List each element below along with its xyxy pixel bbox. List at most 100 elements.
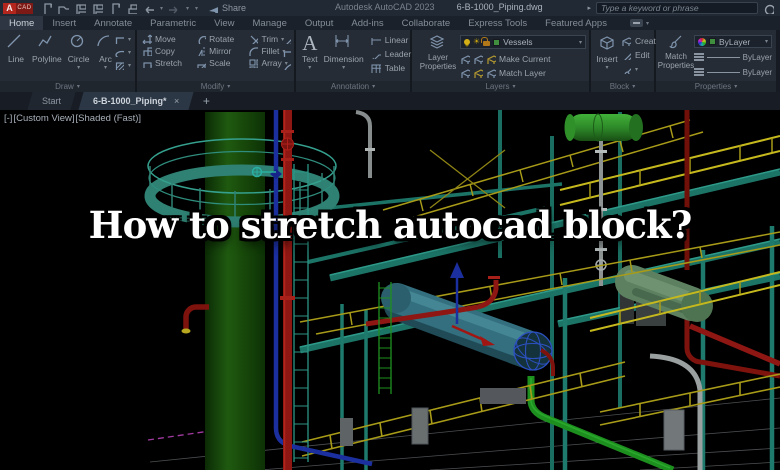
tab-manage[interactable]: Manage xyxy=(244,16,296,30)
rectangle-tool[interactable] xyxy=(114,34,131,44)
panel-properties: Match Properties ByLayer ByLayer ByLayer xyxy=(656,30,776,92)
linetype-dropdown[interactable]: ByLayer xyxy=(694,66,772,78)
layer-color-swatch[interactable] xyxy=(493,38,501,46)
paper-plane-icon xyxy=(209,5,219,13)
circle-tool[interactable]: Circle xyxy=(68,33,90,71)
visual-style-menu[interactable]: [Shaded (Fast)] xyxy=(76,113,141,124)
arc-tool[interactable]: Arc xyxy=(96,33,116,71)
insert-block-button[interactable]: Insert xyxy=(595,35,619,71)
layer-thaw-icon[interactable]: ☀ xyxy=(473,38,480,46)
file-tab-start[interactable]: Start xyxy=(27,92,76,110)
logo-cad-badge: CAD xyxy=(16,2,33,14)
match-layer-button[interactable]: Match Layer xyxy=(460,68,546,78)
lineweight-icon xyxy=(694,53,704,55)
panel-annotation-label[interactable]: Annotation xyxy=(296,81,410,92)
hatch-tool[interactable] xyxy=(114,60,131,70)
text-a-icon: A xyxy=(302,31,318,55)
lineweight-dropdown[interactable]: ByLayer xyxy=(694,51,772,63)
ribbon-tab-row: Home Insert Annotate Parametric View Man… xyxy=(0,16,780,30)
tab-express-tools[interactable]: Express Tools xyxy=(459,16,536,30)
create-block-button[interactable]: Create xyxy=(621,36,661,46)
open-folder-icon[interactable] xyxy=(58,3,69,14)
tab-output[interactable]: Output xyxy=(296,16,343,30)
share-label: Share xyxy=(222,3,247,13)
search-expand-icon[interactable]: ▸ xyxy=(587,4,591,12)
layer-on-icon[interactable] xyxy=(464,39,470,45)
file-tab-active[interactable]: 6-B-1000_Piping* × xyxy=(78,92,194,110)
ellipse-tool[interactable] xyxy=(114,47,131,57)
panel-block-label[interactable]: Block xyxy=(591,81,654,92)
match-properties-button[interactable]: Match Properties xyxy=(658,34,694,70)
tab-collaborate[interactable]: Collaborate xyxy=(393,16,460,30)
tab-parametric[interactable]: Parametric xyxy=(141,16,205,30)
color-swatch xyxy=(709,38,716,45)
linear-dimension-tool[interactable]: Linear xyxy=(370,34,418,45)
offset-tool-icon[interactable] xyxy=(282,61,291,70)
stretch-tool[interactable]: Stretch xyxy=(142,58,188,68)
tab-featured-apps[interactable]: Featured Apps xyxy=(536,16,616,30)
logo-a-badge: A xyxy=(3,2,16,14)
current-layer-name: Vessels xyxy=(503,37,533,47)
print-icon[interactable] xyxy=(126,3,137,14)
plot-icon[interactable] xyxy=(109,2,120,14)
new-file-icon[interactable] xyxy=(41,2,52,14)
tab-annotate[interactable]: Annotate xyxy=(85,16,141,30)
panel-draw: Line Polyline Circle Arc xyxy=(0,30,137,92)
search-icon[interactable] xyxy=(763,3,774,14)
undo-dropdown-icon[interactable]: ▾ xyxy=(160,5,163,12)
move-tool[interactable]: Move xyxy=(142,34,188,44)
panel-layers-label[interactable]: Layers xyxy=(412,81,589,92)
save-as-icon[interactable] xyxy=(92,3,103,14)
redo-icon[interactable] xyxy=(169,3,180,14)
view-menu[interactable]: [Custom View] xyxy=(13,113,74,124)
tab-home[interactable]: Home xyxy=(0,16,44,30)
save-icon[interactable] xyxy=(75,3,86,14)
object-color-dropdown[interactable]: ByLayer xyxy=(694,35,772,48)
rotate-tool[interactable]: Rotate xyxy=(196,34,240,44)
erase-tool-icon[interactable] xyxy=(282,35,291,44)
search-input[interactable] xyxy=(596,2,758,14)
tab-view[interactable]: View xyxy=(205,16,243,30)
document-title: 6-B-1000_Piping.dwg xyxy=(456,2,543,12)
linetype-icon xyxy=(694,68,704,70)
text-tool[interactable]: A Text xyxy=(302,33,318,73)
dimension-tool[interactable]: Dimension xyxy=(324,33,364,73)
new-tab-button[interactable]: + xyxy=(203,92,210,110)
panel-draw-label[interactable]: Draw xyxy=(0,81,135,92)
viewport-menu[interactable]: [-] xyxy=(4,113,12,124)
qat-customize-icon[interactable]: ▾ xyxy=(195,5,198,12)
close-tab-icon[interactable]: × xyxy=(174,96,179,106)
undo-icon[interactable] xyxy=(143,3,154,14)
copy-tool[interactable]: Copy xyxy=(142,46,188,56)
scale-tool[interactable]: Scale xyxy=(196,58,240,68)
block-attributes-button[interactable] xyxy=(621,64,661,74)
polyline-tool[interactable]: Polyline xyxy=(32,33,62,71)
ribbon-minimize-button[interactable] xyxy=(629,16,649,30)
autocad-logo[interactable]: A CAD xyxy=(3,2,33,14)
table-tool[interactable]: Table xyxy=(370,62,418,73)
line-tool[interactable]: Line xyxy=(6,33,26,71)
redo-dropdown-icon[interactable]: ▾ xyxy=(186,5,189,12)
headline-text: How to stretch autocad block? xyxy=(88,203,693,247)
layer-dropdown[interactable]: ☀ Vessels xyxy=(460,35,586,49)
edit-block-button[interactable]: Edit xyxy=(621,50,661,60)
leader-tool[interactable]: Leader xyxy=(370,48,418,59)
tab-insert[interactable]: Insert xyxy=(43,16,85,30)
panel-modify-label[interactable]: Modify xyxy=(137,81,294,92)
piping-3d-scene xyxy=(0,110,780,470)
autocad-window: A CAD ▾ ▾ ▾ Share Autodesk AutoCAD 2023 … xyxy=(0,0,780,470)
panel-properties-label[interactable]: Properties xyxy=(656,81,776,92)
tab-add-ins[interactable]: Add-ins xyxy=(342,16,392,30)
make-current-button[interactable]: Make Current xyxy=(460,54,551,64)
layer-unlock-icon[interactable] xyxy=(481,37,491,46)
color-wheel-icon xyxy=(698,37,706,46)
layer-properties-button[interactable]: Layer Properties xyxy=(418,34,458,71)
mirror-tool[interactable]: Mirror xyxy=(196,46,240,56)
drawing-viewport[interactable]: [-] [Custom View] [Shaded (Fast)] How to… xyxy=(0,110,780,470)
panel-modify: Move Rotate Trim Copy Mirror Fillet Stre… xyxy=(137,30,296,92)
help-search: ▸ xyxy=(587,2,774,14)
explode-tool-icon[interactable] xyxy=(282,48,291,57)
share-button[interactable]: Share xyxy=(208,3,246,13)
green-vessel xyxy=(564,113,643,142)
file-tab-bar: Start 6-B-1000_Piping* × + xyxy=(0,92,780,110)
